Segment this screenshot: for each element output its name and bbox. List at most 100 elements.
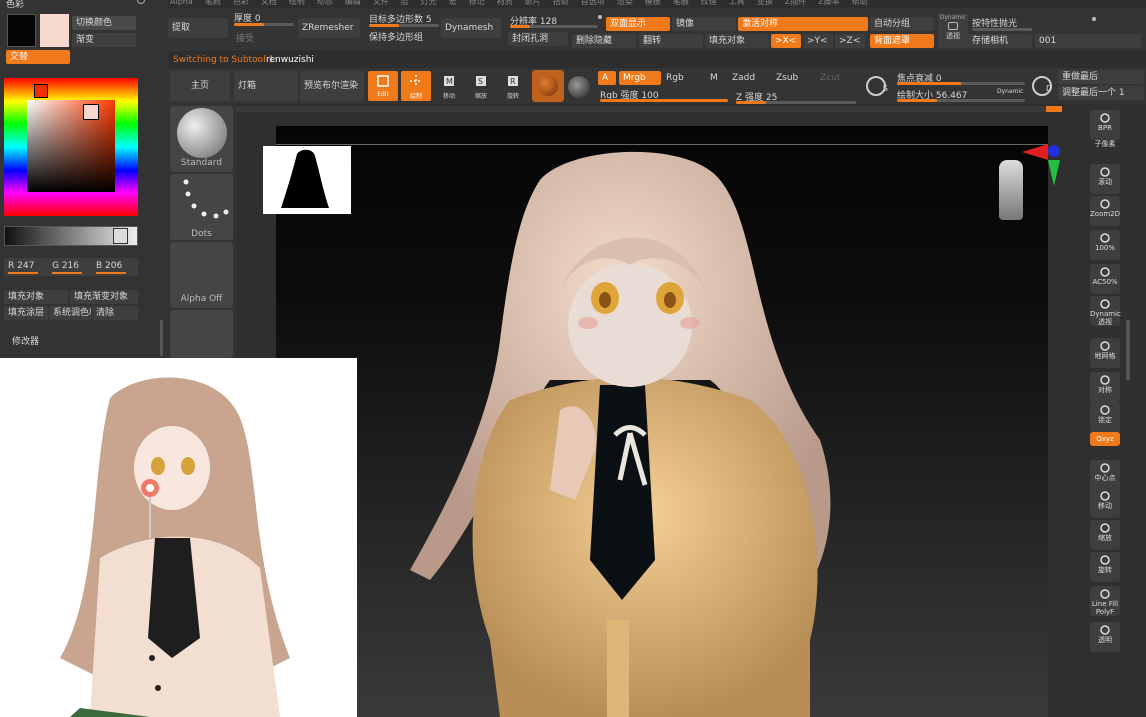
zsub-button[interactable]: Zsub bbox=[776, 73, 798, 83]
perspective-group[interactable]: Dynamic 透视 bbox=[938, 14, 968, 48]
shelf-button-move[interactable]: 移动 bbox=[1090, 488, 1120, 518]
gray-slider-handle[interactable] bbox=[113, 228, 128, 244]
b-value[interactable]: B 206 bbox=[96, 261, 122, 271]
menu-item[interactable]: 材质 bbox=[497, 0, 513, 6]
shelf-button-zoom2d[interactable]: Zoom2D bbox=[1090, 196, 1120, 226]
menu-item[interactable]: 层 bbox=[401, 0, 409, 6]
saturation-square[interactable] bbox=[27, 100, 115, 192]
close-holes-button[interactable]: 封闭孔洞 bbox=[508, 32, 568, 46]
menu-item[interactable]: Z插件 bbox=[785, 0, 806, 6]
store-camera-button[interactable]: 存储相机 bbox=[968, 34, 1032, 48]
bpr-preview-button[interactable]: 预览布尔渲染 bbox=[300, 71, 364, 101]
edit-button[interactable]: Edit bbox=[368, 71, 398, 101]
flip-button[interactable]: 翻转 bbox=[639, 34, 703, 48]
menu-item[interactable]: 绘制 bbox=[289, 0, 305, 6]
menu-item[interactable]: 纹理 bbox=[701, 0, 717, 6]
shelf-button-subpixel[interactable]: 子像素 bbox=[1090, 140, 1120, 156]
shelf-button-rotate[interactable]: 旋转 bbox=[1090, 552, 1120, 582]
alternate-button[interactable]: 交替 bbox=[6, 50, 70, 64]
draw-size-dynamic[interactable]: Dynamic bbox=[997, 88, 1023, 95]
menu-item[interactable]: 编辑 bbox=[345, 0, 361, 6]
backface-mask-button[interactable]: 背面遮罩 bbox=[870, 34, 934, 48]
menu-item[interactable]: 笔刷 bbox=[205, 0, 221, 6]
right-scrollbar[interactable] bbox=[1126, 320, 1130, 380]
secondary-color-swatch[interactable] bbox=[40, 14, 69, 47]
axis-gizmo-icon[interactable] bbox=[1018, 140, 1064, 190]
sv-marker[interactable] bbox=[83, 104, 99, 120]
delete-hidden-button[interactable]: 删除隐藏 bbox=[572, 34, 636, 48]
stroke-dots[interactable]: Dots bbox=[170, 174, 233, 240]
switch-color-button[interactable]: 切换颜色 bbox=[72, 16, 136, 30]
r-value[interactable]: R 247 bbox=[8, 261, 34, 271]
keep-groups-button[interactable]: 保持多边形组 bbox=[369, 30, 423, 43]
brush-standard[interactable]: Standard bbox=[170, 106, 233, 172]
top-scrollbar[interactable] bbox=[236, 106, 1062, 112]
material-swatch[interactable] bbox=[532, 70, 564, 102]
shelf-button-perspective[interactable]: Dynamic 透视 bbox=[1090, 296, 1121, 326]
axis-x-button[interactable]: >X< bbox=[771, 34, 801, 48]
menu-item[interactable]: 笔触 bbox=[673, 0, 689, 6]
gradient-button[interactable]: 渐变 bbox=[72, 33, 136, 47]
panel-scrollbar[interactable] bbox=[160, 320, 163, 356]
zremesher-button[interactable]: ZRemesher bbox=[298, 18, 360, 38]
rgb-intensity-slider[interactable] bbox=[600, 99, 728, 102]
fill-gradient-object-button[interactable]: 填充渐变对象 bbox=[70, 290, 138, 304]
focal-shift-slider[interactable] bbox=[897, 82, 1025, 85]
reference-thumbnail[interactable] bbox=[263, 146, 351, 214]
draw-button[interactable]: 绘制 bbox=[401, 71, 431, 101]
shelf-button-scale[interactable]: 缩放 bbox=[1090, 520, 1120, 550]
m-button[interactable]: M bbox=[710, 73, 718, 83]
g-value[interactable]: G 216 bbox=[52, 261, 79, 271]
system-palette-button[interactable]: 系统调色板 bbox=[49, 306, 91, 320]
shelf-button-symmetry[interactable]: 对称 bbox=[1090, 372, 1120, 402]
activate-symmetry-button[interactable]: 激活对称 bbox=[738, 17, 868, 31]
main-color-swatch[interactable] bbox=[7, 14, 36, 47]
camera-select[interactable]: 001 bbox=[1035, 34, 1142, 48]
menu-item[interactable]: Z脚本 bbox=[818, 0, 839, 6]
modifiers-label[interactable]: 修改器 bbox=[12, 334, 39, 347]
menu-item[interactable]: 帮助 bbox=[852, 0, 868, 6]
shelf-button-xyz[interactable]: Qxyz bbox=[1090, 432, 1120, 446]
resolution-slider[interactable] bbox=[510, 25, 598, 28]
texture-slot[interactable] bbox=[170, 310, 233, 358]
rgb-button[interactable]: Rgb bbox=[666, 73, 684, 83]
draw-size-slider[interactable] bbox=[897, 99, 1025, 102]
target-polycount-slider[interactable] bbox=[369, 24, 439, 27]
menu-item[interactable]: 工具 bbox=[729, 0, 745, 6]
gray-slider[interactable] bbox=[4, 226, 138, 246]
menu-item[interactable]: 标记 bbox=[469, 0, 485, 6]
fill-layer-button[interactable]: 填充涂层 bbox=[4, 306, 48, 320]
menu-item[interactable]: 色彩 bbox=[233, 0, 249, 6]
shelf-button-bpr[interactable]: BPR bbox=[1090, 110, 1120, 140]
zadd-button[interactable]: Zadd bbox=[732, 73, 755, 83]
menu-item[interactable]: 动态 bbox=[317, 0, 333, 6]
texture-swatch[interactable] bbox=[568, 76, 590, 98]
thickness-slider[interactable] bbox=[234, 23, 294, 26]
menu-item[interactable]: 变换 bbox=[757, 0, 773, 6]
adjust-last-button[interactable]: 调整最后一个 1 bbox=[1058, 86, 1144, 100]
scale-button[interactable]: S 缩放 bbox=[466, 71, 496, 101]
auto-groups-button[interactable]: 自动分组 bbox=[870, 17, 934, 31]
shelf-button-half-size[interactable]: AC50% bbox=[1090, 264, 1120, 294]
fill-object-button[interactable]: 填充对象 bbox=[4, 290, 68, 304]
menu-item[interactable]: 文件 bbox=[373, 0, 389, 6]
axis-z-button[interactable]: >Z< bbox=[835, 34, 865, 48]
fill-object-top-button[interactable]: 填充对象 bbox=[705, 34, 769, 48]
clear-button[interactable]: 清除 bbox=[92, 306, 138, 320]
menu-item[interactable]: 文档 bbox=[261, 0, 277, 6]
home-button[interactable]: 主页 bbox=[170, 71, 230, 101]
axis-y-button[interactable]: >Y< bbox=[803, 34, 833, 48]
menu-item[interactable]: 灯光 bbox=[421, 0, 437, 6]
menu-item[interactable]: 渲染 bbox=[617, 0, 633, 6]
menu-item[interactable]: 影片 bbox=[525, 0, 541, 6]
gear-icon[interactable] bbox=[137, 0, 145, 4]
shelf-button-floor-grid[interactable]: 地网格 bbox=[1090, 338, 1120, 368]
move-button[interactable]: M 移动 bbox=[434, 71, 464, 101]
stroke-s-icon[interactable]: S bbox=[866, 76, 888, 96]
a-button[interactable]: A bbox=[598, 71, 616, 85]
zcut-button[interactable]: Zcut bbox=[820, 73, 840, 83]
specular-slider[interactable] bbox=[972, 28, 1032, 31]
shelf-button-center[interactable]: 中心点 bbox=[1090, 460, 1120, 490]
rotate-button[interactable]: R 旋转 bbox=[498, 71, 528, 101]
shelf-button-transparency[interactable]: 透明 bbox=[1090, 622, 1120, 652]
